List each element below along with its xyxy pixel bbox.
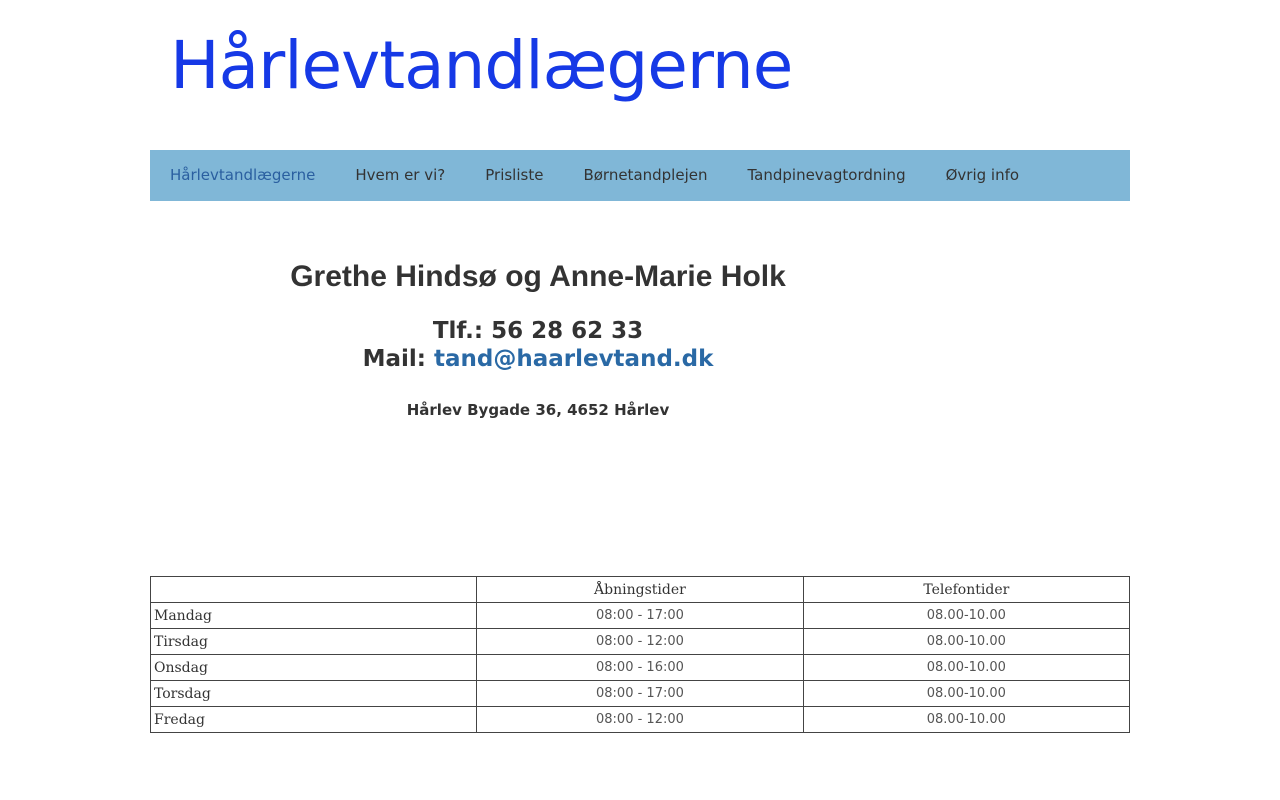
email-link[interactable]: tand@haarlevtand.dk [434, 346, 713, 372]
day-cell: Onsdag [149, 654, 478, 681]
day-cell: Torsdag [149, 680, 478, 707]
table-header-opening: Åbningstider [476, 576, 804, 603]
phone-hours-cell: 08.00-10.00 [802, 654, 1131, 681]
day-cell: Fredag [149, 706, 478, 733]
mail-label: Mail: [362, 346, 426, 372]
hours-table: Åbningstider Telefontider Mandag 08:00 -… [149, 576, 1131, 733]
opening-hours-cell: 08:00 - 17:00 [476, 602, 804, 629]
opening-hours-cell: 08:00 - 12:00 [476, 628, 804, 655]
day-cell: Tirsdag [149, 628, 478, 655]
table-header-empty [149, 576, 478, 603]
mail-line: Mail: tand@haarlevtand.dk [150, 345, 926, 373]
nav-item-ovrig-info[interactable]: Øvrig info [926, 150, 1039, 201]
table-row: Tirsdag 08:00 - 12:00 08.00-10.00 [149, 628, 1131, 655]
phone-hours-cell: 08.00-10.00 [802, 706, 1131, 733]
opening-hours-cell: 08:00 - 12:00 [476, 706, 804, 733]
phone-label: Tlf.: [432, 318, 484, 344]
opening-hours-cell: 08:00 - 17:00 [476, 680, 804, 707]
nav-item-home[interactable]: Hårlevtandlægerne [150, 150, 335, 201]
opening-hours-cell: 08:00 - 16:00 [476, 654, 804, 681]
phone-hours-cell: 08.00-10.00 [802, 602, 1131, 629]
table-header-phone: Telefontider [802, 576, 1131, 603]
phone-hours-cell: 08.00-10.00 [802, 628, 1131, 655]
phone-number: 56 28 62 33 [491, 318, 644, 344]
address: Hårlev Bygade 36, 4652 Hårlev [406, 401, 670, 419]
nav-item-hvem-er-vi[interactable]: Hvem er vi? [335, 150, 465, 201]
table-row: Fredag 08:00 - 12:00 08.00-10.00 [149, 706, 1131, 733]
day-cell: Mandag [149, 602, 478, 629]
nav-item-prisliste[interactable]: Prisliste [465, 150, 563, 201]
contact-block: Tlf.: 56 28 62 33 Mail: tand@haarlevtand… [150, 317, 926, 373]
main-nav: Hårlevtandlægerne Hvem er vi? Prisliste … [150, 150, 1130, 201]
table-row: Torsdag 08:00 - 17:00 08.00-10.00 [149, 680, 1131, 707]
phone-line: Tlf.: 56 28 62 33 [150, 317, 926, 345]
contact-section: Grethe Hindsø og Anne-Marie Holk Tlf.: 5… [150, 255, 926, 419]
dentist-names-heading: Grethe Hindsø og Anne-Marie Holk [290, 260, 786, 293]
table-row: Onsdag 08:00 - 16:00 08.00-10.00 [149, 654, 1131, 681]
table-row: Mandag 08:00 - 17:00 08.00-10.00 [149, 602, 1131, 629]
nav-item-tandpinevagtordning[interactable]: Tandpinevagtordning [727, 150, 925, 201]
phone-hours-cell: 08.00-10.00 [802, 680, 1131, 707]
site-title[interactable]: Hårlevtandlægerne [170, 24, 793, 108]
table-header-row: Åbningstider Telefontider [149, 576, 1131, 603]
nav-item-bornetandplejen[interactable]: Børnetandplejen [563, 150, 727, 201]
